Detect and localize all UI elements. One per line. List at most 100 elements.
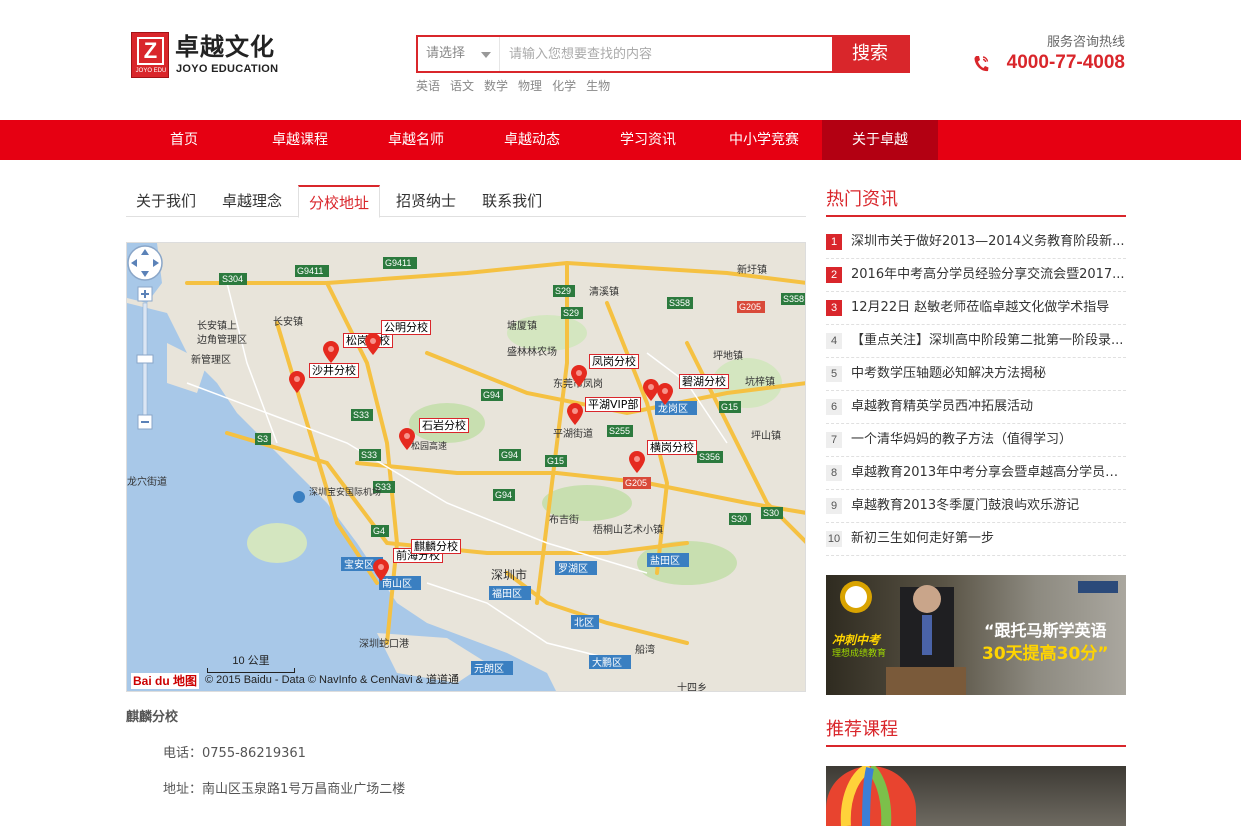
marker-label[interactable]: 沙井分校 [309,363,359,378]
balloon-image [826,766,916,826]
news-item[interactable]: 8 卓越教育2013年中考分享会暨卓越高分学员颁... [826,457,1126,490]
map-marker-icon[interactable] [289,371,305,393]
map-marker-icon[interactable] [323,341,339,363]
nav-item-about[interactable]: 关于卓越 [822,120,938,160]
marker-label[interactable]: 石岩分校 [419,418,469,433]
map-place-name: 松园高速 [411,440,447,452]
map-place-name: 深圳市 [491,567,527,582]
nav-item-home[interactable]: 首页 [126,120,242,160]
news-rank: 10 [826,531,842,547]
ad-slogan-left: 冲刺中考 [832,633,881,647]
about-tabs: 关于我们 卓越理念 分校地址 招贤纳士 联系我们 [126,185,806,218]
map-zoom-control[interactable] [127,243,167,433]
road-shield: S3 [257,434,268,444]
branch-map[interactable]: S304 G9411 G9411 S29 S29 S358 S358 G205 … [126,242,806,692]
map-marker-icon[interactable] [567,403,583,425]
map-marker-icon[interactable] [399,428,415,450]
map-place-name: 盛林林农场 [507,345,557,358]
road-shield: S29 [563,308,579,318]
phone-icon [974,56,989,72]
ad-subslogan-left: 理想成绩教育 [832,649,887,659]
ad-banner[interactable]: 冲刺中考 理想成绩教育 “跟托马斯学英语 30天提高30分” [826,575,1126,695]
news-item[interactable]: 3 12月22日 赵敏老师莅临卓越文化做学术指导 [826,292,1126,325]
news-item[interactable]: 9 卓越教育2013冬季厦门鼓浪屿欢乐游记 [826,490,1126,523]
nav-item-study-info[interactable]: 学习资讯 [590,120,706,160]
news-rank: 9 [826,498,842,514]
road-shield: G9411 [297,266,323,276]
nav-item-courses[interactable]: 卓越课程 [242,120,358,160]
hot-keyword-link[interactable]: 化学 [552,79,576,93]
news-rank: 8 [826,465,842,481]
branch-address: 地址：南山区玉泉路1号万昌商业广场二楼 [163,782,406,797]
tab-branch-address[interactable]: 分校地址 [298,185,381,218]
map-place-name: 北区 [574,617,594,629]
map-marker-icon[interactable] [365,333,381,355]
zoom-slider-handle[interactable] [136,354,154,364]
tab-contact-us[interactable]: 联系我们 [472,185,552,217]
map-copyright: © 2015 Baidu - Data © NavInfo & CenNavi … [205,674,460,686]
hot-news-list: 1 深圳市关于做好2013—2014义务教育阶段新... 2 2016年中考高分学员… [826,226,1126,556]
hot-keyword-link[interactable]: 物理 [518,79,542,93]
road-shield: S358 [669,298,690,308]
marker-label[interactable]: 横岗分校 [647,440,697,455]
map-marker-icon[interactable] [629,451,645,473]
site-logo[interactable]: Z JOYO EDU 卓越文化 JOYO EDUCATION [131,32,291,80]
map-scale: 10 公里 [207,655,295,673]
news-rank: 5 [826,366,842,382]
tab-recruitment[interactable]: 招贤纳士 [386,185,466,217]
news-item[interactable]: 6 卓越教育精英学员西冲拓展活动 [826,391,1126,424]
hot-keyword-link[interactable]: 英语 [416,79,440,93]
hot-keyword-link[interactable]: 语文 [450,79,474,93]
map-background: S304 G9411 G9411 S29 S29 S358 S358 G205 … [127,243,805,692]
marker-label[interactable]: 麒麟分校 [411,539,461,554]
map-marker-icon[interactable] [657,383,673,405]
news-item[interactable]: 1 深圳市关于做好2013—2014义务教育阶段新... [826,226,1126,259]
map-marker-icon[interactable] [373,559,389,581]
marker-label[interactable]: 碧湖分校 [679,374,729,389]
news-item[interactable]: 4 【重点关注】深圳高中阶段第二批第一阶段录... [826,325,1126,358]
road-shield: G94 [483,390,500,400]
hot-keyword-link[interactable]: 数学 [484,79,508,93]
map-place-name: 宝安区 [344,558,374,571]
hotline-number: 4000-77-4008 [1006,52,1125,73]
map-place-name: 十四乡 [677,681,707,692]
map-place-name: 布吉街 [549,513,579,526]
marker-label[interactable]: 公明分校 [381,320,431,335]
news-item[interactable]: 10 新初三生如何走好第一步 [826,523,1126,556]
map-place-name: 大鹏区 [592,656,622,669]
nav-item-news[interactable]: 卓越动态 [474,120,590,160]
hot-keyword-link[interactable]: 生物 [586,79,610,93]
map-place-name: 梧桐山艺术小镇 [593,523,663,536]
map-place-name: 平湖街道 [553,427,593,440]
road-shield: S30 [763,508,779,518]
search-button[interactable]: 搜索 [832,35,908,73]
ad-headline: “跟托马斯学英语 [984,621,1107,640]
map-place-name: 深圳蛇口港 [359,637,409,650]
nav-item-teachers[interactable]: 卓越名师 [358,120,474,160]
map-marker-icon[interactable] [571,365,587,387]
search-category-select[interactable]: 请选择 [418,37,500,71]
tab-philosophy[interactable]: 卓越理念 [212,185,292,217]
tab-about-us[interactable]: 关于我们 [126,185,206,217]
road-shield: S358 [783,294,804,304]
site-header: Z JOYO EDU 卓越文化 JOYO EDUCATION 请选择 搜索 英语… [0,0,1241,120]
hot-keywords: 英语 语文 数学 物理 化学 生物 [416,78,620,94]
search-input[interactable] [501,37,834,71]
nav-item-competition[interactable]: 中小学竞赛 [706,120,822,160]
road-shield: S29 [555,286,571,296]
road-shield: G4 [373,526,385,536]
branch-name: 麒麟分校 [126,710,179,725]
news-item[interactable]: 7 一个清华妈妈的教子方法（值得学习） [826,424,1126,457]
marker-label[interactable]: 凤岗分校 [589,354,639,369]
news-rank: 1 [826,234,842,250]
road-shield: G15 [721,402,738,412]
road-shield: S30 [731,514,747,524]
news-rank: 4 [826,333,842,349]
marker-label[interactable]: 平湖VIP部 [585,397,642,412]
logo-name-cn: 卓越文化 [175,33,275,61]
map-place-name: 龙穴街道 [127,475,167,488]
news-item[interactable]: 5 中考数学压轴题必知解决方法揭秘 [826,358,1126,391]
recommended-course-image[interactable] [826,766,1126,826]
news-item[interactable]: 2 2016年中考高分学员经验分享交流会暨2017... [826,259,1126,292]
airport-icon [293,491,305,503]
